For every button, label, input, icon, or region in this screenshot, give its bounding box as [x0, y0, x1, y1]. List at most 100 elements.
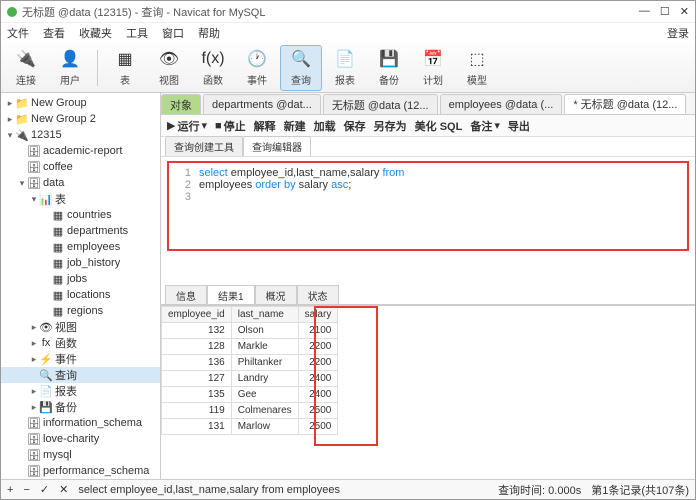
status-add-icon[interactable]: +: [7, 484, 13, 496]
tree-item[interactable]: ▦regions: [1, 303, 160, 319]
cell-id[interactable]: 119: [162, 403, 232, 419]
tree-item[interactable]: 🗄mysql: [1, 447, 160, 463]
tree-item[interactable]: 🗄coffee: [1, 159, 160, 175]
tab-departments[interactable]: departments @dat...: [203, 94, 321, 114]
plan-button[interactable]: 📅计划: [412, 45, 454, 91]
cell-id[interactable]: 127: [162, 371, 232, 387]
table-row[interactable]: 131Marlow2500: [162, 419, 338, 435]
menu-view[interactable]: 查看: [43, 25, 65, 41]
tree-item[interactable]: 🗄academic-report: [1, 143, 160, 159]
user-button[interactable]: 👤用户: [49, 45, 91, 91]
tree-item[interactable]: ▦jobs: [1, 271, 160, 287]
event-button[interactable]: 🕐事件: [236, 45, 278, 91]
menu-help[interactable]: 帮助: [198, 25, 220, 41]
export-button[interactable]: 导出: [508, 118, 530, 134]
query-button[interactable]: 🔍查询: [280, 45, 322, 91]
tree-item[interactable]: ▸📁New Group: [1, 95, 160, 111]
tree-item[interactable]: 🔍查询: [1, 367, 160, 383]
tree-item[interactable]: ▦employees: [1, 239, 160, 255]
menu-file[interactable]: 文件: [7, 25, 29, 41]
table-row[interactable]: 136Philtanker2200: [162, 355, 338, 371]
table-button[interactable]: ▦表: [104, 45, 146, 91]
cell-id[interactable]: 131: [162, 419, 232, 435]
menu-fav[interactable]: 收藏夹: [79, 25, 112, 41]
cell-lastname[interactable]: Markle: [231, 339, 298, 355]
backup-button[interactable]: 💾备份: [368, 45, 410, 91]
menu-tools[interactable]: 工具: [126, 25, 148, 41]
tree-item[interactable]: ▦countries: [1, 207, 160, 223]
col-employee-id[interactable]: employee_id: [162, 307, 232, 323]
view-button[interactable]: 👁视图: [148, 45, 190, 91]
saveas-button[interactable]: 另存为: [374, 118, 407, 134]
maximize-button[interactable]: ☐: [660, 5, 670, 18]
tab-objects[interactable]: 对象: [161, 94, 201, 114]
tree-item[interactable]: ▦locations: [1, 287, 160, 303]
cell-salary[interactable]: 2400: [298, 371, 338, 387]
tree-item[interactable]: ▸💾备份: [1, 399, 160, 415]
rtab-profile[interactable]: 概况: [255, 285, 297, 304]
model-button[interactable]: ⬚模型: [456, 45, 498, 91]
tree-item[interactable]: 🗄information_schema: [1, 415, 160, 431]
table-row[interactable]: 135Gee2400: [162, 387, 338, 403]
tree-item[interactable]: ▸📄报表: [1, 383, 160, 399]
table-row[interactable]: 119Colmenares2500: [162, 403, 338, 419]
new-button[interactable]: 新建: [284, 118, 306, 134]
cell-id[interactable]: 132: [162, 323, 232, 339]
tab-employees[interactable]: employees @data (...: [440, 94, 563, 114]
cell-id[interactable]: 128: [162, 339, 232, 355]
minimize-button[interactable]: —: [639, 5, 650, 18]
save-button[interactable]: 保存: [344, 118, 366, 134]
beautify-button[interactable]: 美化 SQL: [415, 118, 463, 134]
report-button[interactable]: 📄报表: [324, 45, 366, 91]
cell-lastname[interactable]: Landry: [231, 371, 298, 387]
function-button[interactable]: f(x)函数: [192, 45, 234, 91]
table-row[interactable]: 132Olson2100: [162, 323, 338, 339]
stop-button[interactable]: ■ 停止: [215, 118, 246, 134]
table-row[interactable]: 127Landry2400: [162, 371, 338, 387]
run-button[interactable]: ▶ 运行 ▾: [167, 118, 207, 134]
rtab-info[interactable]: 信息: [165, 285, 207, 304]
cell-lastname[interactable]: Philtanker: [231, 355, 298, 371]
rtab-status[interactable]: 状态: [297, 285, 339, 304]
tree-item[interactable]: ▸📁New Group 2: [1, 111, 160, 127]
status-cancel-icon[interactable]: ✕: [59, 483, 68, 496]
cell-salary[interactable]: 2200: [298, 339, 338, 355]
cell-lastname[interactable]: Gee: [231, 387, 298, 403]
sidebar-tree[interactable]: ▸📁New Group▸📁New Group 2▾🔌12315🗄academic…: [1, 93, 161, 479]
subtab-builder[interactable]: 查询创建工具: [165, 136, 243, 156]
tree-item[interactable]: ▸⚡事件: [1, 351, 160, 367]
cell-salary[interactable]: 2400: [298, 387, 338, 403]
note-button[interactable]: 备注 ▾: [470, 118, 500, 134]
cell-id[interactable]: 136: [162, 355, 232, 371]
cell-salary[interactable]: 2500: [298, 403, 338, 419]
cell-lastname[interactable]: Olson: [231, 323, 298, 339]
subtab-editor[interactable]: 查询编辑器: [243, 136, 311, 156]
login-link[interactable]: 登录: [667, 25, 689, 41]
table-row[interactable]: 128Markle2200: [162, 339, 338, 355]
tree-item[interactable]: ▸fx函数: [1, 335, 160, 351]
explain-button[interactable]: 解释: [254, 118, 276, 134]
sql-editor[interactable]: 1select employee_id,last_name,salary fro…: [167, 161, 689, 251]
status-remove-icon[interactable]: −: [23, 484, 29, 496]
close-button[interactable]: ✕: [680, 5, 689, 18]
tree-item[interactable]: ▦job_history: [1, 255, 160, 271]
status-check-icon[interactable]: ✓: [40, 483, 49, 496]
cell-salary[interactable]: 2200: [298, 355, 338, 371]
tree-item[interactable]: ▦departments: [1, 223, 160, 239]
cell-lastname[interactable]: Colmenares: [231, 403, 298, 419]
load-button[interactable]: 加载: [314, 118, 336, 134]
cell-salary[interactable]: 2100: [298, 323, 338, 339]
tree-item[interactable]: 🗄love-charity: [1, 431, 160, 447]
tree-item[interactable]: ▾🔌12315: [1, 127, 160, 143]
result-grid[interactable]: employee_id last_name salary 132Olson210…: [161, 305, 695, 479]
cell-lastname[interactable]: Marlow: [231, 419, 298, 435]
tree-item[interactable]: 🗄performance_schema: [1, 463, 160, 479]
col-last-name[interactable]: last_name: [231, 307, 298, 323]
menu-window[interactable]: 窗口: [162, 25, 184, 41]
rtab-result1[interactable]: 结果1: [207, 285, 255, 304]
col-salary[interactable]: salary: [298, 307, 338, 323]
connect-button[interactable]: 🔌连接: [5, 45, 47, 91]
cell-id[interactable]: 135: [162, 387, 232, 403]
tab-current[interactable]: * 无标题 @data (12...: [564, 94, 686, 114]
tree-item[interactable]: ▸👁视图: [1, 319, 160, 335]
